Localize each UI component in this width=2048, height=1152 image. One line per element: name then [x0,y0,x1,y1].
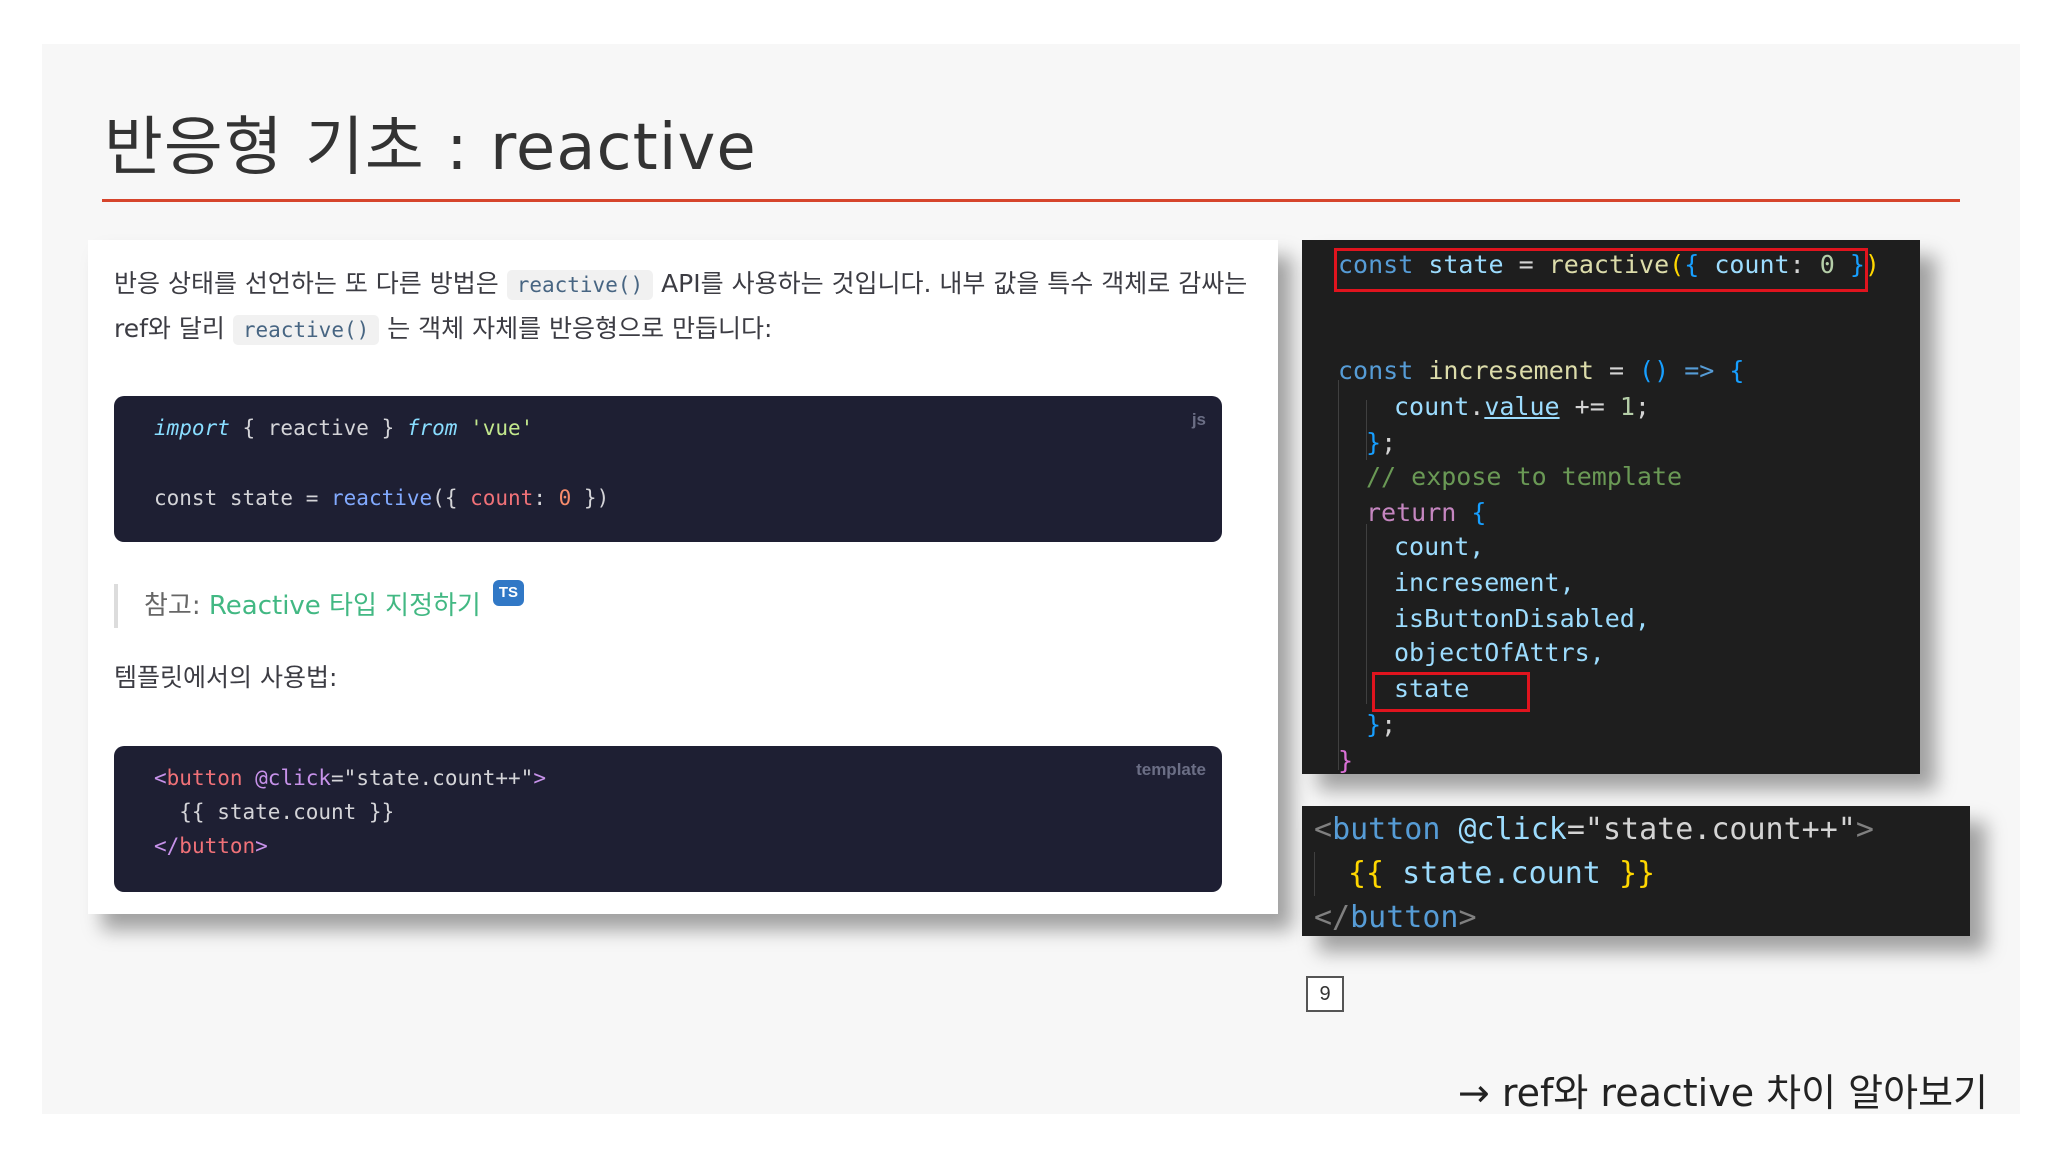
editor-line: const incresement = () => { [1338,356,1745,385]
code-block-template: template <button @click="state.count++">… [114,746,1222,892]
editor-line: } [1338,746,1354,774]
tip-note: 참고: Reactive 타입 지정하기 TS [114,580,525,628]
footer-note: → ref와 reactive 차이 알아보기 [1457,1071,1988,1115]
editor-screenshot: const state = reactive({ count: 0 }) con… [1302,240,1920,774]
editor-line: </button> [1314,900,1477,935]
intro-paragraph: 반응 상태를 선언하는 또 다른 방법은 reactive() API를 사용하… [114,269,1248,345]
slide-title: 반응형 기초 : reactive [104,111,757,185]
editor-line: count, [1394,532,1485,561]
editor-line: return { [1366,498,1487,527]
docs-panel: 반응 상태를 선언하는 또 다른 방법은 reactive() API를 사용하… [88,240,1278,914]
editor-line: incresement, [1394,568,1575,597]
ts-badge: TS [492,580,525,606]
editor-comment: // expose to template [1366,462,1683,491]
code-line: </button> [154,834,268,858]
template-usage-label: 템플릿에서의 사용법: [114,663,338,692]
editor-line: objectOfAttrs, [1394,638,1605,667]
highlight-box-state-return [1372,672,1530,712]
editor-line: <button @click="state.count++"> [1314,812,1874,847]
page-number: 9 [1306,976,1344,1012]
editor-line: isButtonDisabled, [1394,604,1650,633]
inline-code-reactive-2: reactive() [232,315,380,345]
template-editor-screenshot: <button @click="state.count++"> {{ state… [1302,806,1970,936]
inline-code-reactive: reactive() [506,270,654,300]
code-lang-label: js [1191,410,1206,429]
code-line: <button @click="state.count++"> [154,766,546,790]
code-block-js: js import { reactive } from 'vue' const … [114,396,1222,542]
editor-line: count.value += 1; [1394,392,1650,421]
code-line: import { reactive } from 'vue' [154,416,534,440]
code-line: const state = reactive({ count: 0 }) [154,486,610,510]
highlight-box-state-declaration [1334,248,1868,292]
reactive-typing-link[interactable]: Reactive 타입 지정하기 [209,591,481,621]
editor-line: {{ state.count }} [1348,856,1656,891]
code-lang-label: template [1136,760,1206,779]
editor-line: }; [1366,428,1397,457]
title-divider [102,199,1960,202]
code-line: {{ state.count }} [154,800,395,824]
editor-line: }; [1366,710,1397,739]
